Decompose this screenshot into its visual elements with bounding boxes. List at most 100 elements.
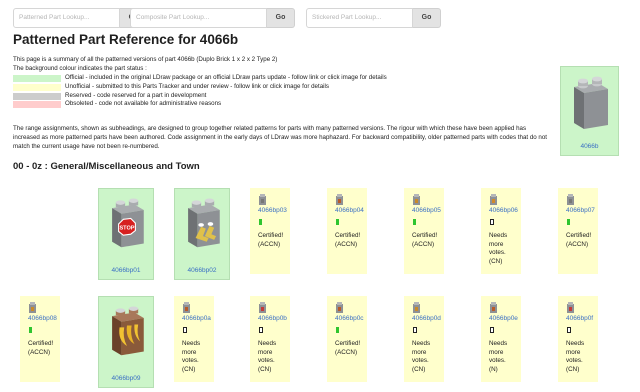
pattern-link[interactable]: 4066bp07 (558, 207, 598, 214)
pattern-thumbnail[interactable] (335, 194, 344, 206)
pattern-tile[interactable]: 4066bp0e Needs more votes. (N) (481, 296, 521, 382)
status-legend-row: Unofficial - submitted to this Parts Tra… (13, 83, 553, 92)
status-swatch (13, 74, 61, 82)
review-status-line: (ACCN) (566, 240, 589, 248)
pattern-tile[interactable]: 4066bp09 (98, 296, 154, 388)
duplo-brick-image[interactable] (568, 75, 612, 133)
stickered-lookup-input[interactable]: Stickered Part Lookup... (306, 8, 413, 28)
pattern-tile[interactable]: 4066bp0b Needs more votes. (CN) (250, 296, 290, 382)
pattern-link[interactable]: 4066bp09 (99, 375, 153, 382)
review-status-line: Needs (258, 340, 277, 347)
vote-box (259, 327, 263, 333)
pattern-link[interactable]: 4066bp0d (404, 315, 444, 322)
pattern-tile[interactable]: 4066bp08 Certified! (ACCN) (20, 296, 60, 382)
pattern-link[interactable]: 4066bp0a (174, 315, 214, 322)
review-status-line: more (489, 348, 504, 356)
pattern-link[interactable]: 4066bp0f (558, 315, 598, 322)
status-legend: Official - included in the original LDra… (13, 74, 553, 110)
review-status: Certified! (ACCN) (404, 232, 444, 249)
composite-lookup-go-button[interactable]: Go (267, 8, 295, 28)
review-status-line: Certified! (335, 340, 361, 347)
pattern-link[interactable]: 4066bp08 (20, 315, 60, 322)
intro-text: This page is a summary of all the patter… (13, 56, 278, 63)
pattern-thumbnail[interactable] (28, 302, 37, 314)
vote-box (413, 327, 417, 333)
pattern-thumbnail[interactable] (566, 302, 575, 314)
review-status-line: (ACCN) (412, 240, 435, 248)
review-status-line: Needs (489, 232, 508, 239)
pattern-link[interactable]: 4066bp0c (327, 315, 367, 322)
pattern-tile[interactable]: 4066bp03 Certified! (ACCN) (250, 188, 290, 274)
pattern-tile[interactable]: 4066bp0c Certified! (ACCN) (327, 296, 367, 382)
pattern-link[interactable]: 4066bp0b (250, 315, 290, 322)
review-status-line: more (412, 348, 427, 356)
pattern-thumbnail[interactable] (489, 194, 498, 206)
certified-bar (567, 219, 570, 225)
status-legend-text: Official - included in the original LDra… (65, 73, 387, 81)
review-status-line: votes. (258, 357, 275, 365)
review-status: Needs more votes. (N) (481, 340, 521, 374)
pattern-thumbnail[interactable] (182, 302, 191, 314)
pattern-thumbnail[interactable] (489, 302, 498, 314)
pattern-link[interactable]: 4066bp06 (481, 207, 521, 214)
review-status: Certified! (ACCN) (250, 232, 290, 249)
status-legend-text: Unofficial - submitted to this Parts Tra… (65, 82, 329, 90)
review-status-line: (ACCN) (335, 240, 358, 248)
pattern-tile[interactable]: 4066bp0a Needs more votes. (CN) (174, 296, 214, 382)
review-status-line: Needs (412, 340, 431, 347)
certified-bar (336, 327, 339, 333)
status-swatch (13, 92, 61, 100)
pattern-thumbnail[interactable] (566, 194, 575, 206)
pattern-tile[interactable]: 4066bp06 Needs more votes. (CN) (481, 188, 521, 274)
pattern-thumbnail[interactable] (335, 302, 344, 314)
composite-lookup-input[interactable]: Composite Part Lookup... (130, 8, 267, 28)
pattern-thumbnail[interactable] (412, 194, 421, 206)
pattern-image[interactable]: STOP (106, 197, 148, 251)
range-explanation: The range assignments, shown as subheadi… (13, 125, 548, 150)
status-legend-text: Reserved - code reserved for a part in d… (65, 91, 207, 99)
pattern-image[interactable] (182, 197, 224, 251)
review-status-line: (ACCN) (28, 348, 51, 356)
review-status-line: Certified! (412, 232, 438, 239)
review-status-line: votes. (412, 357, 429, 365)
stickered-lookup-bar: Stickered Part Lookup... Go (306, 8, 441, 28)
review-status-line: Certified! (566, 232, 592, 239)
page-title: Patterned Part Reference for 4066b (13, 32, 239, 47)
review-status-line: votes. (489, 357, 506, 365)
pattern-tile[interactable]: 4066bp05 Certified! (ACCN) (404, 188, 444, 274)
review-status-line: (CN) (566, 365, 580, 373)
review-status: Needs more votes. (CN) (404, 340, 444, 374)
vote-box (490, 219, 494, 225)
main-part-link[interactable]: 4066b (561, 143, 618, 150)
pattern-lookup-input[interactable]: Patterned Part Lookup... (13, 8, 120, 28)
review-status: Certified! (ACCN) (327, 340, 367, 357)
pattern-tile[interactable]: STOP 4066bp01 (98, 188, 154, 280)
pattern-thumbnail[interactable] (412, 302, 421, 314)
certified-bar (336, 219, 339, 225)
pattern-link[interactable]: 4066bp01 (99, 267, 153, 274)
pattern-link[interactable]: 4066bp05 (404, 207, 444, 214)
pattern-link[interactable]: 4066bp02 (175, 267, 229, 274)
review-status-line: votes. (489, 249, 506, 257)
pattern-link[interactable]: 4066bp0e (481, 315, 521, 322)
pattern-thumbnail[interactable] (258, 194, 267, 206)
pattern-thumbnail[interactable] (258, 302, 267, 314)
pattern-tile[interactable]: 4066bp0f Needs more votes. (CN) (558, 296, 598, 382)
review-status-line: (ACCN) (258, 240, 281, 248)
pattern-link[interactable]: 4066bp03 (250, 207, 290, 214)
review-status-line: Certified! (28, 340, 54, 347)
stickered-lookup-go-button[interactable]: Go (413, 8, 441, 28)
review-status: Needs more votes. (CN) (250, 340, 290, 374)
pattern-link[interactable]: 4066bp04 (327, 207, 367, 214)
review-status-line: votes. (182, 357, 199, 365)
status-swatch (13, 101, 61, 109)
pattern-tile[interactable]: 4066bp07 Certified! (ACCN) (558, 188, 598, 274)
pattern-tile[interactable]: 4066bp02 (174, 188, 230, 280)
pattern-tile[interactable]: 4066bp0d Needs more votes. (CN) (404, 296, 444, 382)
pattern-image[interactable] (106, 305, 148, 359)
review-status-line: Certified! (335, 232, 361, 239)
main-part-card[interactable]: 4066b (560, 66, 619, 156)
review-status: Needs more votes. (CN) (558, 340, 598, 374)
pattern-tile[interactable]: 4066bp04 Certified! (ACCN) (327, 188, 367, 274)
review-status-line: votes. (566, 357, 583, 365)
